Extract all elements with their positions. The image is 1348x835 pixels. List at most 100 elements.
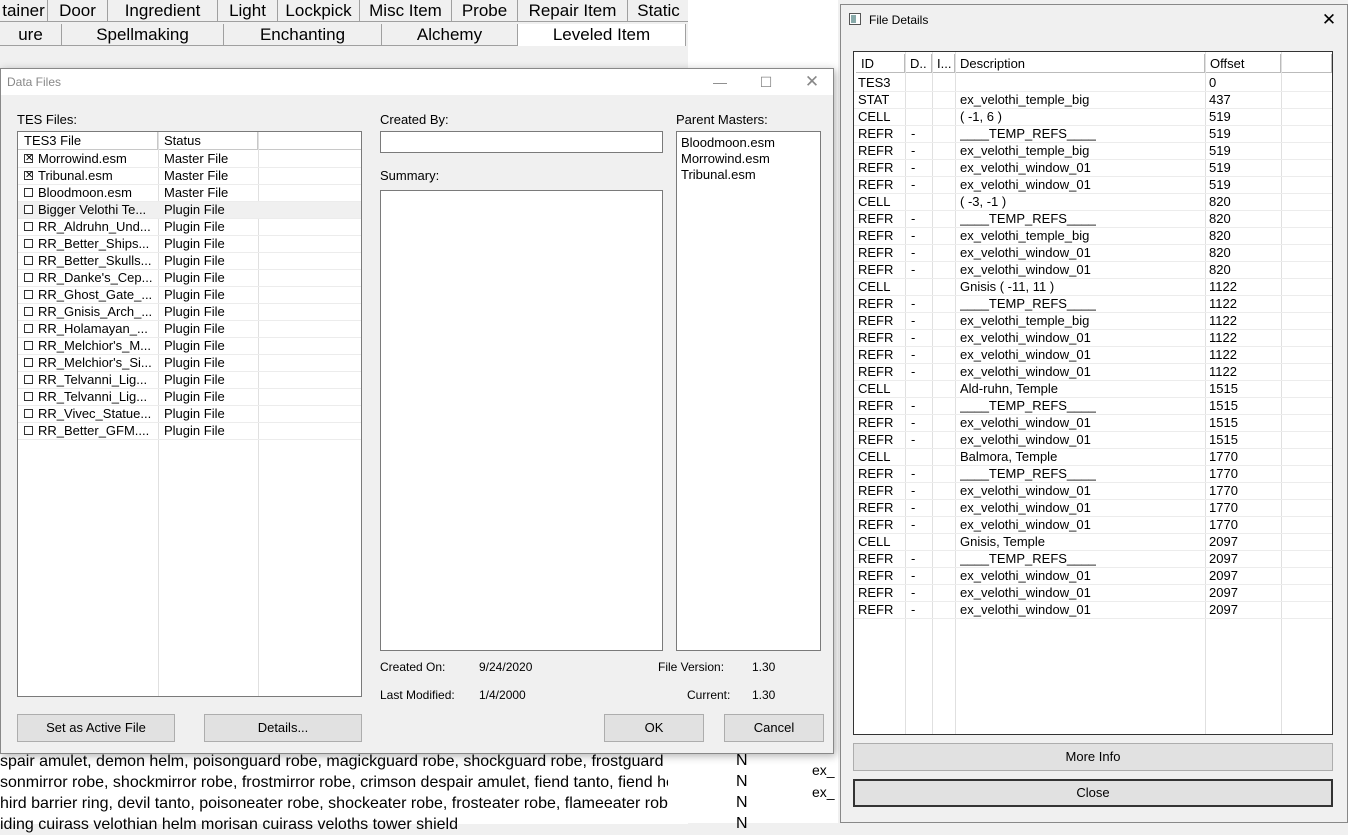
- checkbox-icon[interactable]: [24, 409, 33, 418]
- column-header-tes3-file[interactable]: TES3 File: [18, 132, 158, 150]
- tab-item[interactable]: Repair Item: [518, 0, 628, 22]
- checkbox-icon[interactable]: [24, 256, 33, 265]
- tab-item[interactable]: Misc Item: [360, 0, 452, 22]
- record-row[interactable]: REFR - ex_velothi_window_01 519: [854, 177, 1332, 194]
- object-item[interactable]: ex_: [812, 784, 835, 800]
- record-row[interactable]: REFR - ex_velothi_temple_big 820: [854, 228, 1332, 245]
- more-info-button[interactable]: More Info: [853, 743, 1333, 771]
- record-row[interactable]: REFR - ex_velothi_window_01 1122: [854, 330, 1332, 347]
- file-row[interactable]: RR_Better_Ships... Plugin File: [18, 236, 361, 253]
- record-row[interactable]: CELL ( -3, -1 ) 820: [854, 194, 1332, 211]
- file-row[interactable]: ✕ Morrowind.esm Master File: [18, 151, 361, 168]
- maximize-icon[interactable]: ☐: [751, 71, 781, 93]
- tab-item[interactable]: Ingredient: [108, 0, 218, 22]
- tab-item[interactable]: tainer: [0, 0, 48, 22]
- record-row[interactable]: REFR - ex_velothi_window_01 1515: [854, 415, 1332, 432]
- record-row[interactable]: CELL ( -1, 6 ) 519: [854, 109, 1332, 126]
- record-row[interactable]: STAT ex_velothi_temple_big 437: [854, 92, 1332, 109]
- set-active-file-button[interactable]: Set as Active File: [17, 714, 175, 742]
- list-line[interactable]: hird barrier ring, devil tanto, poisonea…: [0, 793, 668, 814]
- file-row[interactable]: RR_Telvanni_Lig... Plugin File: [18, 389, 361, 406]
- close-icon[interactable]: ✕: [797, 71, 827, 93]
- file-row[interactable]: RR_Ghost_Gate_... Plugin File: [18, 287, 361, 304]
- checkbox-icon[interactable]: [24, 324, 33, 333]
- list-line[interactable]: spair amulet, demon helm, poisonguard ro…: [0, 751, 668, 772]
- record-row[interactable]: REFR - ____TEMP_REFS____ 820: [854, 211, 1332, 228]
- file-row[interactable]: Bloodmoon.esm Master File: [18, 185, 361, 202]
- tab-item[interactable]: Static: [628, 0, 690, 22]
- file-row[interactable]: RR_Vivec_Statue... Plugin File: [18, 406, 361, 423]
- record-row[interactable]: REFR - ____TEMP_REFS____ 2097: [854, 551, 1332, 568]
- tab-item[interactable]: Probe: [452, 0, 518, 22]
- checkbox-icon[interactable]: [24, 426, 33, 435]
- record-row[interactable]: REFR - ex_velothi_window_01 820: [854, 262, 1332, 279]
- file-row[interactable]: RR_Melchior's_M... Plugin File: [18, 338, 361, 355]
- record-row[interactable]: REFR - ex_velothi_window_01 1122: [854, 364, 1332, 381]
- checked-box-icon[interactable]: ✕: [24, 154, 33, 164]
- tab-item[interactable]: Enchanting: [224, 24, 382, 46]
- record-row[interactable]: REFR - ex_velothi_window_01 820: [854, 245, 1332, 262]
- record-row[interactable]: TES3 0: [854, 75, 1332, 92]
- file-row[interactable]: ✕ Tribunal.esm Master File: [18, 168, 361, 185]
- record-row[interactable]: REFR - ex_velothi_window_01 519: [854, 160, 1332, 177]
- file-row[interactable]: RR_Gnisis_Arch_... Plugin File: [18, 304, 361, 321]
- file-row[interactable]: RR_Better_GFM.... Plugin File: [18, 423, 361, 440]
- column-header-offset[interactable]: Offset: [1205, 54, 1281, 73]
- list-line[interactable]: sonmirror robe, shockmirror robe, frostm…: [0, 772, 668, 793]
- checkbox-icon[interactable]: [24, 188, 33, 197]
- file-row[interactable]: RR_Holamayan_... Plugin File: [18, 321, 361, 338]
- checkbox-icon[interactable]: [24, 392, 33, 401]
- checked-box-icon[interactable]: ✕: [24, 171, 33, 181]
- parent-master-item[interactable]: Tribunal.esm: [681, 167, 820, 183]
- file-row[interactable]: Bigger Velothi Te... Plugin File: [18, 202, 361, 219]
- file-row[interactable]: RR_Melchior's_Si... Plugin File: [18, 355, 361, 372]
- ok-button[interactable]: OK: [604, 714, 704, 742]
- checkbox-icon[interactable]: [24, 273, 33, 282]
- list-line[interactable]: iding cuirass velothian helm morisan cui…: [0, 814, 668, 835]
- tab-item[interactable]: Leveled Item: [518, 24, 686, 46]
- record-row[interactable]: REFR - ex_velothi_temple_big 1122: [854, 313, 1332, 330]
- summary-textarea[interactable]: [380, 190, 663, 651]
- record-row[interactable]: REFR - ex_velothi_window_01 1122: [854, 347, 1332, 364]
- file-row[interactable]: RR_Better_Skulls... Plugin File: [18, 253, 361, 270]
- record-row[interactable]: REFR - ex_velothi_window_01 2097: [854, 568, 1332, 585]
- record-row[interactable]: REFR - ex_velothi_window_01 1770: [854, 500, 1332, 517]
- checkbox-icon[interactable]: [24, 358, 33, 367]
- object-item[interactable]: ex_: [812, 762, 835, 778]
- checkbox-icon[interactable]: [24, 307, 33, 316]
- cancel-button[interactable]: Cancel: [724, 714, 824, 742]
- record-row[interactable]: REFR - ex_velothi_window_01 2097: [854, 602, 1332, 619]
- checkbox-icon[interactable]: [24, 375, 33, 384]
- column-header-description[interactable]: Description: [955, 54, 1205, 73]
- record-row[interactable]: CELL Gnisis ( -11, 11 ) 1122: [854, 279, 1332, 296]
- column-header-i[interactable]: I...: [932, 54, 955, 73]
- tab-item[interactable]: Spellmaking: [62, 24, 224, 46]
- parent-master-item[interactable]: Bloodmoon.esm: [681, 135, 820, 151]
- tab-item[interactable]: Alchemy: [382, 24, 518, 46]
- checkbox-icon[interactable]: [24, 290, 33, 299]
- file-row[interactable]: RR_Aldruhn_Und... Plugin File: [18, 219, 361, 236]
- checkbox-icon[interactable]: [24, 222, 33, 231]
- record-row[interactable]: REFR - ex_velothi_window_01 1770: [854, 517, 1332, 534]
- checkbox-icon[interactable]: [24, 341, 33, 350]
- close-button[interactable]: Close: [853, 779, 1333, 807]
- record-row[interactable]: REFR - ex_velothi_window_01 1770: [854, 483, 1332, 500]
- record-row[interactable]: REFR - ____TEMP_REFS____ 1515: [854, 398, 1332, 415]
- record-row[interactable]: REFR - ex_velothi_temple_big 519: [854, 143, 1332, 160]
- record-row[interactable]: CELL Balmora, Temple 1770: [854, 449, 1332, 466]
- records-list[interactable]: ID D.. I... Description Offset TES3 0 STAT…: [853, 51, 1333, 735]
- column-header-status[interactable]: Status: [158, 132, 258, 150]
- record-row[interactable]: REFR - ____TEMP_REFS____ 519: [854, 126, 1332, 143]
- details-button[interactable]: Details...: [204, 714, 362, 742]
- minimize-icon[interactable]: —: [705, 71, 735, 93]
- parent-master-item[interactable]: Morrowind.esm: [681, 151, 820, 167]
- record-row[interactable]: CELL Gnisis, Temple 2097: [854, 534, 1332, 551]
- tab-item[interactable]: ure: [0, 24, 62, 46]
- tab-item[interactable]: Door: [48, 0, 108, 22]
- created-by-field[interactable]: [380, 131, 663, 153]
- record-row[interactable]: REFR - ____TEMP_REFS____ 1770: [854, 466, 1332, 483]
- record-row[interactable]: REFR - ex_velothi_window_01 1515: [854, 432, 1332, 449]
- tes-files-list[interactable]: TES3 File Status ✕ Morrowind.esm Master Fi…: [17, 131, 362, 697]
- checkbox-icon[interactable]: [24, 239, 33, 248]
- tab-item[interactable]: Light: [218, 0, 278, 22]
